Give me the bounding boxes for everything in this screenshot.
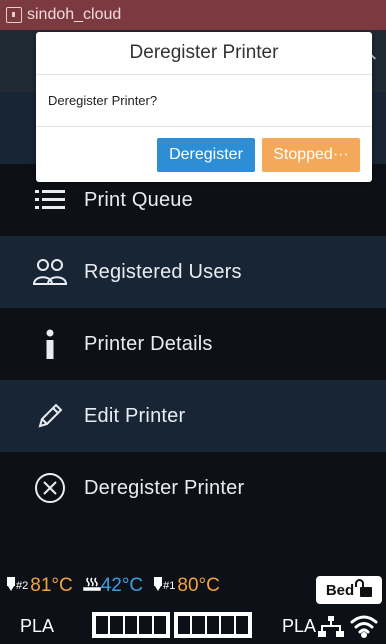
dialog-title: Deregister Printer (36, 32, 372, 75)
circle-x-icon (32, 473, 68, 503)
nozzle-sub: #1 (163, 580, 176, 592)
menu-item-label: Edit Printer (84, 404, 186, 427)
temp-value: 80°C (177, 575, 220, 596)
deregister-button[interactable]: Deregister (157, 138, 255, 172)
menu-item-edit-printer[interactable]: Edit Printer (0, 380, 386, 452)
temp-value: 42°C (100, 575, 144, 596)
temp-value: 81°C (30, 575, 73, 596)
menu-item-label: Deregister Printer (84, 476, 245, 499)
app-title: sindoh_cloud (27, 6, 122, 23)
nozzle-1-temp: #1 80°C (153, 575, 220, 597)
status-bar: sindoh_cloud (0, 0, 386, 30)
menu-item-label: Registered Users (84, 260, 242, 283)
heat-bed-icon (82, 575, 101, 597)
wifi-icon (350, 614, 378, 643)
app-icon (6, 7, 22, 23)
menu-item-deregister-printer[interactable]: Deregister Printer (0, 452, 386, 524)
users-icon (32, 258, 68, 286)
list-icon (32, 186, 68, 214)
dialog-actions: Deregister Stopped··· (157, 138, 360, 172)
menu-item-label: Printer Details (84, 332, 213, 355)
ethernet-icon (318, 616, 344, 643)
stopped-button[interactable]: Stopped··· (262, 138, 360, 172)
material-left: PLA (20, 616, 55, 636)
nozzle-icon (153, 575, 163, 597)
nozzle-2-temp: #2 81°C (6, 575, 73, 597)
filament-gauge-left (92, 612, 170, 638)
deregister-dialog: Deregister Printer Deregister Printer? D… (36, 32, 372, 182)
bed-temp: 42°C (82, 575, 144, 597)
printer-status-footer: #2 81°C 42°C #1 80°C Bed PLA PLA (0, 568, 386, 644)
menu-item-printer-details[interactable]: Printer Details (0, 308, 386, 380)
nozzle-icon (6, 575, 16, 597)
filament-gauge-right (174, 612, 252, 638)
bed-lock-badge[interactable]: Bed (316, 576, 382, 604)
material-right: PLA (282, 616, 317, 636)
unlock-icon (355, 579, 373, 597)
pencil-icon (32, 402, 68, 430)
menu-item-registered-users[interactable]: Registered Users (0, 236, 386, 308)
temperature-readouts: #2 81°C 42°C #1 80°C (6, 572, 220, 600)
dialog-message: Deregister Printer? (36, 75, 372, 127)
menu-item-label: Print Queue (84, 188, 193, 211)
info-icon (32, 329, 68, 359)
nozzle-sub: #2 (16, 580, 29, 592)
bed-label: Bed (325, 581, 355, 599)
